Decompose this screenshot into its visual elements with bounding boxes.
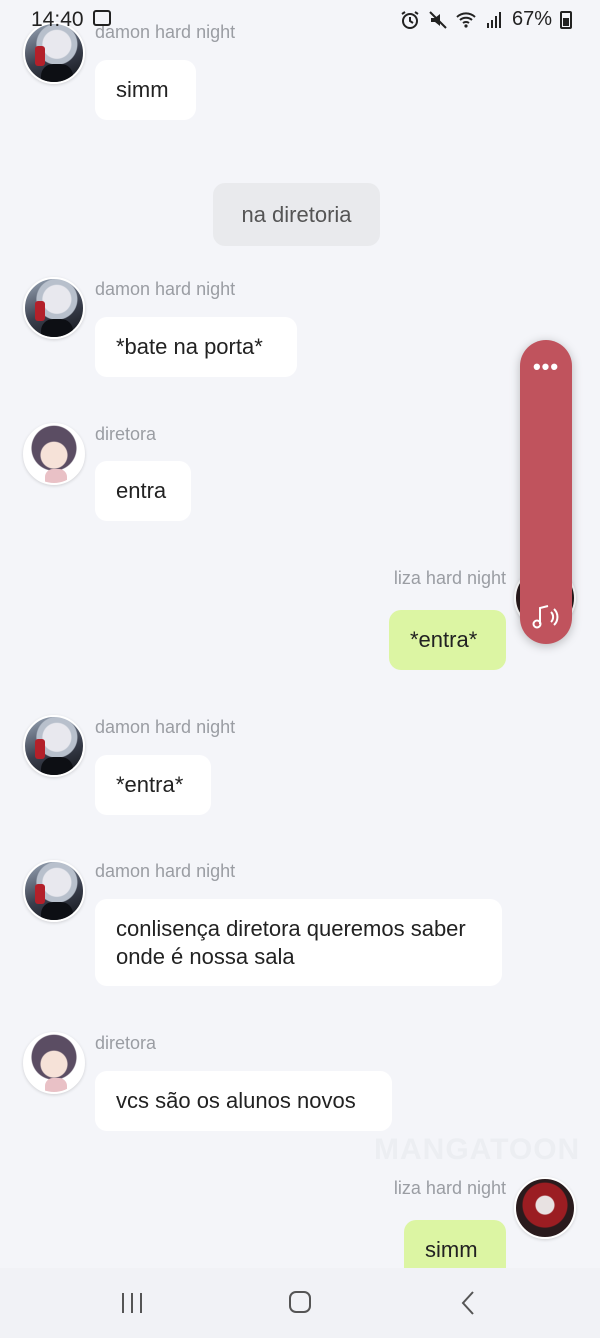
signal-icon (486, 11, 501, 28)
avatar-diretora[interactable] (23, 1032, 85, 1094)
battery-percent: 67% (511, 8, 552, 30)
message-bubble[interactable]: *entra* (95, 755, 211, 815)
avatar-liza[interactable] (514, 1177, 576, 1239)
watermark: MANGATOON (374, 1133, 581, 1166)
message-bubble-own[interactable]: *entra* (389, 610, 506, 670)
more-options-icon[interactable]: ••• (520, 354, 572, 380)
message-bubble[interactable]: *bate na porta* (95, 317, 297, 377)
mute-icon (429, 10, 447, 29)
gallery-notification-icon (93, 10, 111, 26)
sender-name: damon hard night (95, 717, 236, 737)
avatar-damon[interactable] (23, 860, 85, 922)
system-nav-bar (0, 1268, 600, 1338)
message-bubble-own[interactable]: simm (404, 1220, 506, 1268)
status-bar: 14:40 67% (0, 0, 600, 40)
sender-name: damon hard night (95, 279, 236, 299)
battery-icon (560, 10, 572, 29)
status-time: 14:40 (31, 8, 84, 31)
floating-audio-panel[interactable]: ••• (520, 340, 572, 644)
message-bubble[interactable]: conlisença diretora queremos saber onde … (95, 899, 502, 986)
sender-name: diretora (95, 1033, 157, 1053)
chat-feed[interactable]: damon hard night simm na diretoria damon… (0, 0, 600, 1268)
message-bubble[interactable]: entra (95, 461, 191, 521)
message-bubble[interactable]: simm (95, 60, 196, 120)
sender-name: diretora (95, 424, 157, 444)
sender-name: damon hard night (95, 861, 236, 881)
wifi-icon (456, 11, 476, 28)
narration-bubble[interactable]: na diretoria (213, 183, 380, 246)
message-bubble[interactable]: vcs são os alunos novos (95, 1071, 392, 1131)
home-icon[interactable] (280, 1288, 320, 1318)
sender-name: liza hard night (393, 1178, 506, 1198)
status-icons: 67% (400, 8, 572, 31)
back-icon[interactable] (448, 1288, 488, 1318)
alarm-icon (401, 10, 419, 29)
music-note-icon[interactable] (530, 602, 562, 632)
sender-name: liza hard night (393, 568, 506, 588)
recent-apps-icon[interactable] (112, 1288, 152, 1318)
avatar-diretora[interactable] (23, 423, 85, 485)
avatar-damon[interactable] (23, 715, 85, 777)
avatar-damon[interactable] (23, 277, 85, 339)
